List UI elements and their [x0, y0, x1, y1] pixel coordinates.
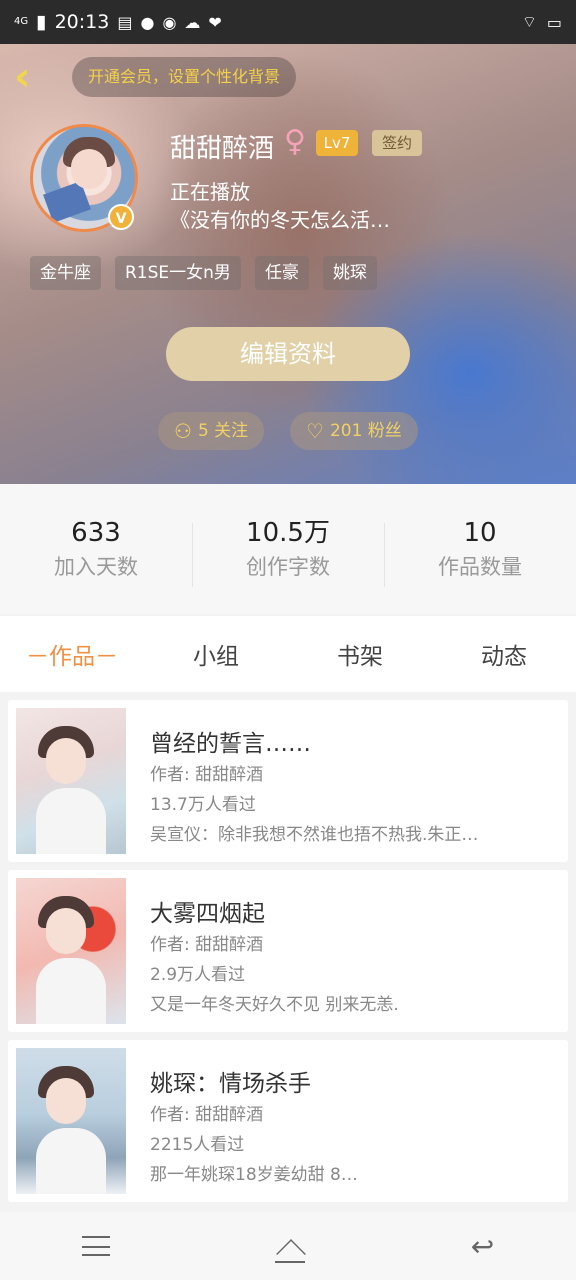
work-views: 2.9万人看过	[150, 965, 246, 985]
work-cover-image	[16, 878, 126, 1024]
female-icon: ♀	[284, 124, 306, 159]
stat-label: 作品数量	[438, 555, 522, 579]
level-badge[interactable]: Lv7	[316, 130, 358, 156]
status-bar: 4G ▮ 20:13 ▤ ● ◉ ☁ ❤ ⌔ ▭	[0, 0, 576, 44]
tab-activity[interactable]: 动态	[432, 637, 576, 671]
following-label: 5 关注	[197, 421, 249, 441]
work-title: 曾经的誓言……	[150, 731, 311, 757]
tag-item[interactable]: 任豪	[254, 256, 309, 290]
work-item[interactable]: 大雾四烟起 作者: 甜甜醉酒 2.9万人看过 又是一年冬天好久不见 别来无恙.	[8, 870, 568, 1032]
stat-join-days: 633 加入天数	[0, 515, 192, 583]
edit-profile-button[interactable]: 编辑资料	[166, 327, 410, 381]
tab-bookshelf[interactable]: 书架	[288, 637, 432, 671]
signed-badge: 签约	[372, 130, 422, 156]
stat-value: 10.5万	[246, 518, 330, 548]
stat-label: 加入天数	[54, 555, 138, 579]
now-playing-song[interactable]: 《没有你的冬天怎么活…	[170, 204, 390, 233]
stat-work-count: 10 作品数量	[384, 515, 576, 587]
work-title: 大雾四烟起	[150, 901, 265, 927]
stat-label: 创作字数	[246, 555, 330, 579]
work-views: 2215人看过	[150, 1135, 245, 1155]
works-list: 曾经的誓言…… 作者: 甜甜醉酒 13.7万人看过 吴宣仪：除非我想不然谁也捂不…	[0, 692, 576, 1212]
stats-bar: 633 加入天数 10.5万 创作字数 10 作品数量	[0, 484, 576, 614]
vip-promo-button[interactable]: 开通会员，设置个性化背景	[72, 57, 297, 97]
work-description: 那一年姚琛18岁姜幼甜 8…	[150, 1165, 358, 1185]
followers-button[interactable]: ♡ 201 粉丝	[290, 412, 418, 450]
work-item[interactable]: 曾经的誓言…… 作者: 甜甜醉酒 13.7万人看过 吴宣仪：除非我想不然谁也捂不…	[8, 700, 568, 862]
work-description: 又是一年冬天好久不见 别来无恙.	[150, 995, 399, 1015]
work-title: 姚琛：情场杀手	[150, 1071, 311, 1097]
tag-item[interactable]: 姚琛	[322, 256, 377, 290]
work-item[interactable]: 姚琛：情场杀手 作者: 甜甜醉酒 2215人看过 那一年姚琛18岁姜幼甜 8…	[8, 1040, 568, 1202]
tab-works[interactable]: －作品－	[0, 637, 144, 671]
avatar-face-shape	[71, 149, 107, 189]
qq-icon: ●	[140, 12, 155, 32]
work-cover-image	[16, 708, 126, 854]
work-views: 13.7万人看过	[150, 795, 256, 815]
tag-item[interactable]: 金牛座	[30, 256, 101, 290]
now-playing-label: 正在播放	[170, 180, 250, 204]
tag-list: 金牛座 R1SE一女n男 任豪 姚琛	[30, 256, 377, 290]
work-description: 吴宣仪：除非我想不然谁也捂不热我.朱正…	[150, 825, 479, 845]
followers-label: 201 粉丝	[329, 421, 402, 441]
stat-value: 10	[463, 518, 497, 548]
work-author: 作者: 甜甜醉酒	[150, 765, 264, 785]
heart-icon: ♡	[306, 419, 324, 443]
message-icon: ▤	[117, 12, 133, 32]
home-icon[interactable]	[273, 1235, 307, 1263]
profile-header: ‹ 开通会员，设置个性化背景 V 甜甜醉酒 ♀ Lv7 签约 正在播放 《没有你…	[0, 44, 576, 484]
verified-badge-icon: V	[108, 204, 134, 230]
work-author: 作者: 甜甜醉酒	[150, 1105, 264, 1125]
battery-icon: ▭	[546, 12, 562, 32]
tag-item[interactable]: R1SE一女n男	[115, 256, 241, 290]
work-cover-image	[16, 1048, 126, 1194]
add-user-icon: ⚇	[174, 419, 192, 443]
app-icon: ❤	[208, 12, 222, 32]
back-icon[interactable]: ↩	[471, 1230, 494, 1263]
cloud-icon: ☁	[184, 12, 201, 32]
following-button[interactable]: ⚇ 5 关注	[158, 412, 265, 450]
wechat-icon: ◉	[162, 12, 177, 32]
stat-value: 633	[71, 518, 121, 548]
work-author: 作者: 甜甜醉酒	[150, 935, 264, 955]
username: 甜甜醉酒	[170, 134, 275, 164]
system-nav-bar: ↩	[0, 1212, 576, 1280]
wifi-icon: ⌔	[521, 12, 537, 31]
signal-icon: ▮	[36, 11, 47, 33]
profile-tabs: －作品－ 小组 书架 动态	[0, 616, 576, 692]
network-type: 4G	[14, 16, 29, 27]
tab-groups[interactable]: 小组	[144, 637, 288, 671]
clock: 20:13	[54, 11, 110, 33]
back-arrow-icon[interactable]: ‹	[14, 57, 44, 97]
menu-icon[interactable]	[81, 1236, 110, 1256]
stat-word-count: 10.5万 创作字数	[192, 515, 384, 587]
